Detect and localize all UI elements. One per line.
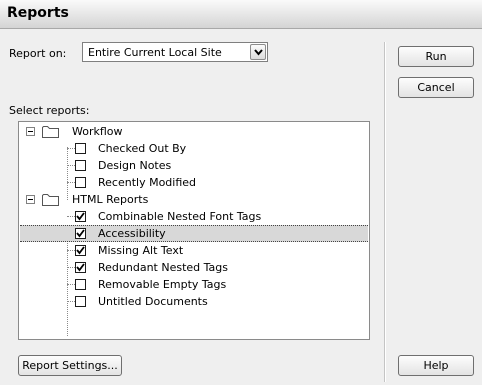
- report-on-select[interactable]: Entire Current Local Site: [82, 42, 268, 62]
- tree-item-label: Design Notes: [98, 159, 172, 172]
- select-reports-label: Select reports:: [9, 104, 90, 117]
- checkmark-icon: [76, 229, 85, 238]
- dropdown-arrow-button[interactable]: [250, 44, 266, 60]
- checkbox-untitled-documents[interactable]: [75, 296, 86, 307]
- tree-item-label: Removable Empty Tags: [98, 278, 227, 291]
- tree-item-label: Redundant Nested Tags: [98, 261, 228, 274]
- checkbox-combinable-nested-font-tags[interactable]: [75, 211, 86, 222]
- checkbox-checked-out-by[interactable]: [75, 143, 86, 154]
- collapse-toggle[interactable]: [26, 195, 35, 204]
- tree-item-label: Missing Alt Text: [98, 244, 184, 257]
- tree-item-label: Recently Modified: [98, 176, 197, 189]
- tree-item-recently-modified[interactable]: Recently Modified: [20, 174, 368, 191]
- tree-item-label: Accessibility: [98, 227, 166, 240]
- collapse-toggle[interactable]: [26, 127, 35, 136]
- tree-item-label: Untitled Documents: [98, 295, 208, 308]
- chevron-down-icon: [254, 49, 263, 56]
- run-button[interactable]: Run: [398, 46, 474, 67]
- reports-tree[interactable]: Workflow Checked Out By Design Notes Rec…: [18, 121, 370, 340]
- checkmark-icon: [76, 212, 85, 221]
- tree-item-redundant-nested-tags[interactable]: Redundant Nested Tags: [20, 259, 368, 276]
- tree-group-label: Workflow: [72, 125, 123, 138]
- checkmark-icon: [76, 263, 85, 272]
- checkbox-redundant-nested-tags[interactable]: [75, 262, 86, 273]
- tree-group-workflow[interactable]: Workflow: [20, 123, 368, 140]
- checkbox-accessibility[interactable]: [75, 228, 86, 239]
- folder-icon: [42, 126, 59, 138]
- tree-item-combinable-nested-font-tags[interactable]: Combinable Nested Font Tags: [20, 208, 368, 225]
- tree-item-accessibility[interactable]: Accessibility: [20, 225, 368, 242]
- window-title: Reports: [7, 5, 69, 21]
- help-button[interactable]: Help: [398, 355, 474, 376]
- folder-icon: [42, 194, 59, 206]
- report-on-value: Entire Current Local Site: [88, 46, 222, 59]
- tree-group-label: HTML Reports: [72, 193, 149, 206]
- checkbox-recently-modified[interactable]: [75, 177, 86, 188]
- checkbox-removable-empty-tags[interactable]: [75, 279, 86, 290]
- report-settings-button[interactable]: Report Settings...: [18, 355, 122, 376]
- vertical-divider: [384, 42, 386, 382]
- tree-item-label: Checked Out By: [98, 142, 187, 155]
- title-bar: Reports: [0, 0, 482, 29]
- report-on-label: Report on:: [9, 47, 67, 60]
- tree-group-html-reports[interactable]: HTML Reports: [20, 191, 368, 208]
- checkmark-icon: [76, 246, 85, 255]
- tree-item-removable-empty-tags[interactable]: Removable Empty Tags: [20, 276, 368, 293]
- checkbox-missing-alt-text[interactable]: [75, 245, 86, 256]
- tree-item-missing-alt-text[interactable]: Missing Alt Text: [20, 242, 368, 259]
- tree-item-design-notes[interactable]: Design Notes: [20, 157, 368, 174]
- cancel-button[interactable]: Cancel: [398, 77, 474, 98]
- tree-item-label: Combinable Nested Font Tags: [98, 210, 262, 223]
- reports-dialog: Reports Report on: Entire Current Local …: [0, 0, 482, 385]
- tree-item-checked-out-by[interactable]: Checked Out By: [20, 140, 368, 157]
- checkbox-design-notes[interactable]: [75, 160, 86, 171]
- tree-item-untitled-documents[interactable]: Untitled Documents: [20, 293, 368, 310]
